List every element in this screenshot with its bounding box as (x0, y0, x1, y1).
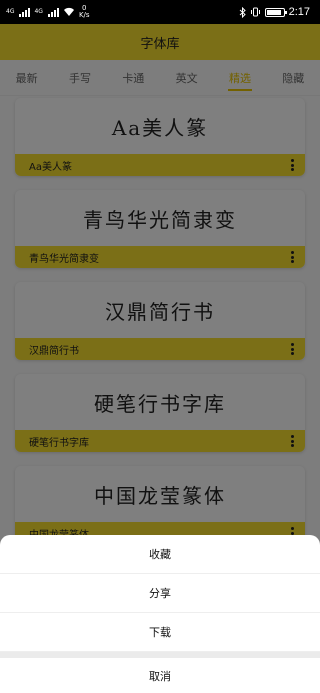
share-button[interactable]: 分享 (0, 574, 320, 613)
cancel-button[interactable]: 取消 (0, 658, 320, 693)
bluetooth-icon (239, 6, 246, 18)
action-sheet: 收藏 分享 下载 取消 (0, 535, 320, 693)
wifi-icon (63, 7, 74, 17)
sim2-label: 4G (34, 8, 43, 15)
status-bar: 4G 4G 0 K/s 2:17 (0, 0, 320, 24)
battery-fill (266, 9, 281, 15)
vibrate-icon (250, 7, 260, 17)
sim1-label: 4G (6, 8, 15, 15)
net-speed-unit: K/s (78, 11, 90, 19)
battery-icon (264, 7, 287, 17)
download-button[interactable]: 下载 (0, 613, 320, 652)
net-speed: 0 K/s (79, 5, 90, 19)
signal-icon (19, 7, 31, 17)
clock: 2:17 (288, 6, 310, 18)
favorite-button[interactable]: 收藏 (0, 535, 320, 574)
signal-icon (47, 7, 59, 17)
